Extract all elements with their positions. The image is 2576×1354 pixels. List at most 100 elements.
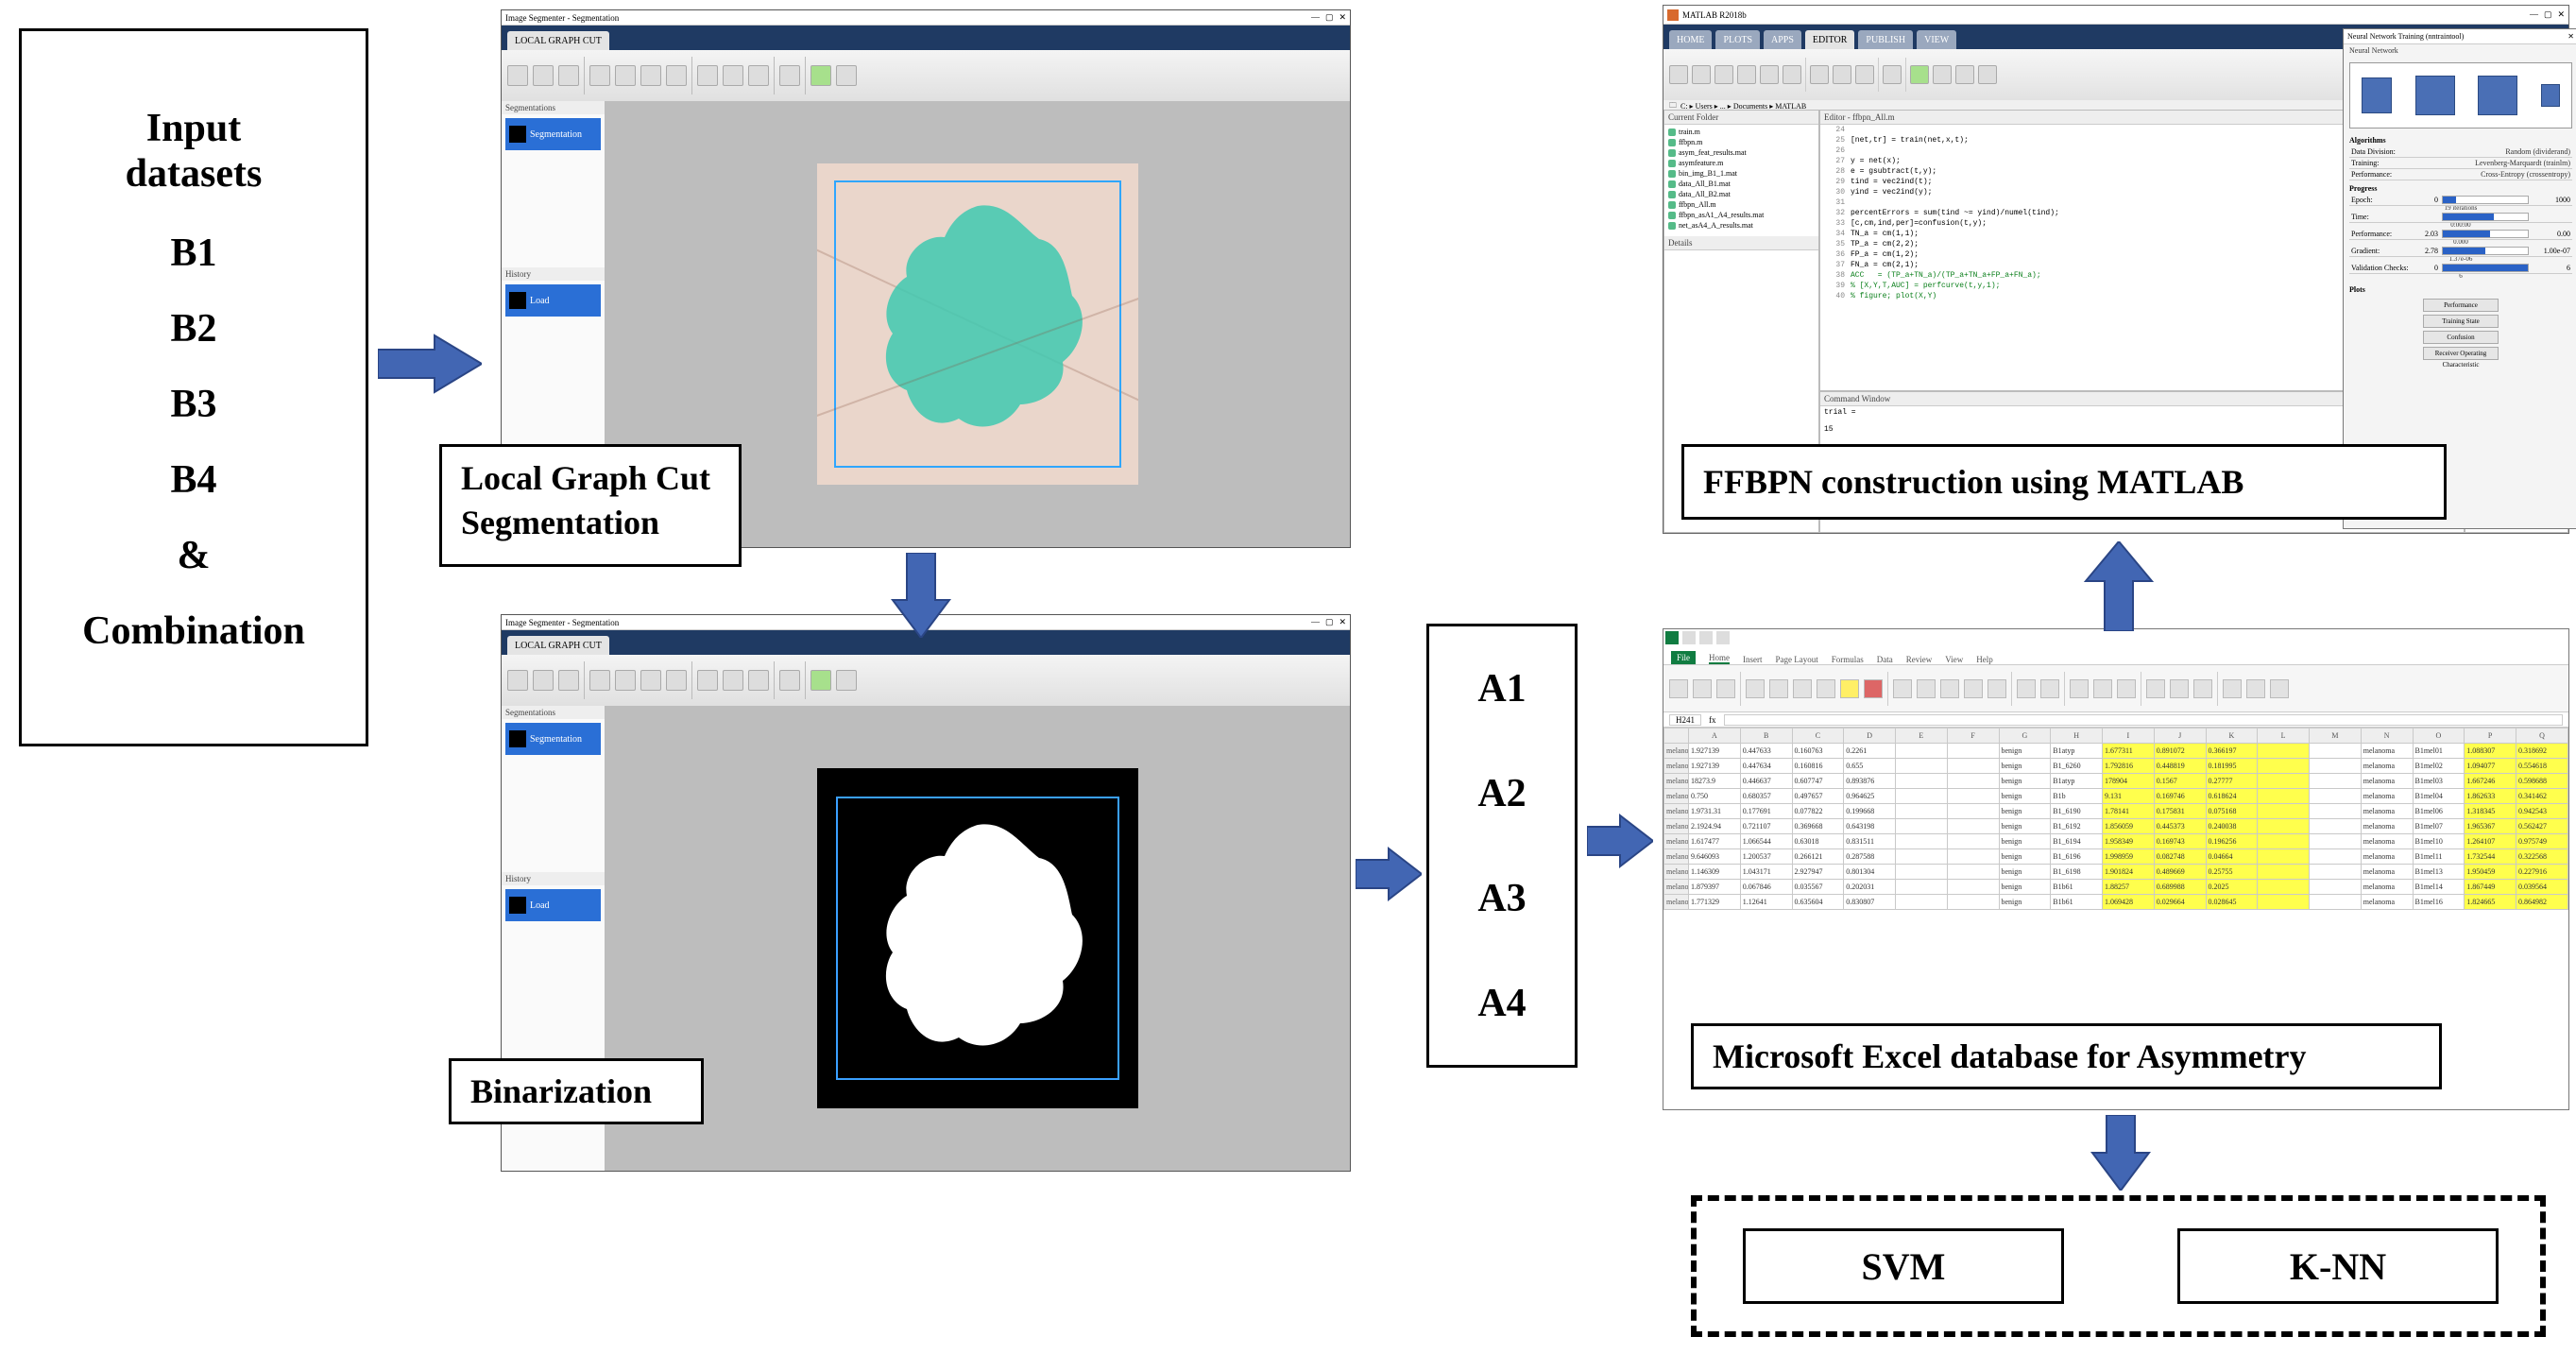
xl-wrap[interactable] bbox=[1964, 679, 1983, 698]
bin-rb9[interactable] bbox=[723, 670, 743, 691]
xl-underline[interactable] bbox=[1793, 679, 1812, 698]
excel-tab-home[interactable]: Home bbox=[1709, 653, 1730, 664]
bin-rb7[interactable] bbox=[666, 670, 687, 691]
xl-italic[interactable] bbox=[1769, 679, 1788, 698]
xl-merge[interactable] bbox=[1987, 679, 2006, 698]
excel-qat-save[interactable] bbox=[1682, 631, 1696, 644]
segmenter-tab[interactable]: LOCAL GRAPH CUT bbox=[507, 31, 609, 50]
excel-tab-view[interactable]: View bbox=[1945, 655, 1963, 664]
xl-find[interactable] bbox=[2270, 679, 2289, 698]
xl-table[interactable] bbox=[2093, 679, 2112, 698]
ribbon-clear[interactable] bbox=[640, 65, 661, 86]
ribbon-show-binary[interactable] bbox=[779, 65, 800, 86]
xl-copy[interactable] bbox=[1716, 679, 1735, 698]
bin-side-load[interactable]: Load bbox=[505, 889, 601, 921]
segmenter-window-controls[interactable]: —▢✕ bbox=[1311, 12, 1346, 23]
xl-condfmt[interactable] bbox=[2070, 679, 2089, 698]
excel-tab-help[interactable]: Help bbox=[1976, 655, 1993, 664]
excel-tab-insert[interactable]: Insert bbox=[1743, 655, 1763, 664]
ribbon-rectangle[interactable] bbox=[533, 65, 554, 86]
xl-sum[interactable] bbox=[2223, 679, 2242, 698]
bin-rb3[interactable] bbox=[558, 670, 579, 691]
xl-align-l[interactable] bbox=[1893, 679, 1912, 698]
nn-plot-btn[interactable]: Receiver Operating Characteristic bbox=[2423, 347, 2499, 360]
xl-align-r[interactable] bbox=[1940, 679, 1959, 698]
excel-formula-input[interactable] bbox=[1724, 714, 2564, 726]
ml-compare[interactable] bbox=[1760, 65, 1779, 84]
xl-delete[interactable] bbox=[2170, 679, 2189, 698]
xl-cut[interactable] bbox=[1693, 679, 1712, 698]
xl-bold[interactable] bbox=[1746, 679, 1765, 698]
ml-bp[interactable] bbox=[1883, 65, 1902, 84]
excel-tab-layout[interactable]: Page Layout bbox=[1776, 655, 1818, 664]
xl-paste[interactable] bbox=[1669, 679, 1688, 698]
ribbon-mark-bg[interactable] bbox=[615, 65, 636, 86]
excel-tab-formulas[interactable]: Formulas bbox=[1832, 655, 1864, 664]
ribbon-density[interactable] bbox=[666, 65, 687, 86]
bin-canvas[interactable] bbox=[606, 706, 1350, 1171]
ml-indent[interactable] bbox=[1855, 65, 1874, 84]
ml-save[interactable] bbox=[1714, 65, 1733, 84]
ribbon-erase-roi[interactable] bbox=[558, 65, 579, 86]
xl-sort[interactable] bbox=[2246, 679, 2265, 698]
excel-qat-undo[interactable] bbox=[1699, 631, 1713, 644]
xl-align-c[interactable] bbox=[1917, 679, 1936, 698]
bin-rb5[interactable] bbox=[615, 670, 636, 691]
current-folder-list[interactable]: train.m ffbpn.m asym_feat_results.mat as… bbox=[1664, 125, 1818, 232]
bin-window-controls[interactable]: —▢✕ bbox=[1311, 617, 1346, 627]
ml-find[interactable] bbox=[1737, 65, 1756, 84]
ml-new[interactable] bbox=[1669, 65, 1688, 84]
xl-number[interactable] bbox=[2017, 679, 2036, 698]
ml-print[interactable] bbox=[1783, 65, 1801, 84]
matlab-tab-editor[interactable]: EDITOR bbox=[1805, 30, 1854, 49]
xl-insert[interactable] bbox=[2146, 679, 2165, 698]
bin-side-seg[interactable]: Segmentation bbox=[505, 723, 601, 755]
bin-rb2[interactable] bbox=[533, 670, 554, 691]
ml-run[interactable] bbox=[1910, 65, 1929, 84]
ml-run-section[interactable] bbox=[1955, 65, 1974, 84]
ribbon-pan[interactable] bbox=[748, 65, 769, 86]
ml-comment[interactable] bbox=[1833, 65, 1851, 84]
excel-name-box[interactable]: H241 bbox=[1669, 714, 1701, 726]
ml-open[interactable] bbox=[1692, 65, 1711, 84]
excel-tab-review[interactable]: Review bbox=[1906, 655, 1933, 664]
matlab-tab-apps[interactable]: APPS bbox=[1764, 30, 1801, 49]
matlab-tab-view[interactable]: VIEW bbox=[1917, 30, 1956, 49]
ml-run-timing[interactable] bbox=[1978, 65, 1997, 84]
bin-rb-apply[interactable] bbox=[810, 670, 831, 691]
bin-tab[interactable]: LOCAL GRAPH CUT bbox=[507, 636, 609, 655]
xl-font-color[interactable] bbox=[1864, 679, 1883, 698]
bin-rb8[interactable] bbox=[697, 670, 718, 691]
matlab-tab-home[interactable]: HOME bbox=[1669, 30, 1712, 49]
ml-goto[interactable] bbox=[1810, 65, 1829, 84]
xl-percent[interactable] bbox=[2040, 679, 2059, 698]
bin-rb10[interactable] bbox=[748, 670, 769, 691]
xl-format[interactable] bbox=[2193, 679, 2212, 698]
ribbon-mark-fg[interactable] bbox=[589, 65, 610, 86]
ml-run-advance[interactable] bbox=[1933, 65, 1952, 84]
nn-plot-btn[interactable]: Confusion bbox=[2423, 331, 2499, 344]
ribbon-apply[interactable] bbox=[810, 65, 831, 86]
matlab-tab-publish[interactable]: PUBLISH bbox=[1858, 30, 1913, 49]
xl-styles[interactable] bbox=[2117, 679, 2136, 698]
bin-rb4[interactable] bbox=[589, 670, 610, 691]
matlab-tab-plots[interactable]: PLOTS bbox=[1715, 30, 1760, 49]
excel-tab-data[interactable]: Data bbox=[1877, 655, 1893, 664]
ribbon-close[interactable] bbox=[836, 65, 857, 86]
bin-rb-close[interactable] bbox=[836, 670, 857, 691]
excel-tab-file[interactable]: File bbox=[1671, 651, 1696, 664]
ribbon-zoom-out[interactable] bbox=[723, 65, 743, 86]
xl-border[interactable] bbox=[1817, 679, 1835, 698]
excel-qat-redo[interactable] bbox=[1716, 631, 1730, 644]
ribbon-zoom-in[interactable] bbox=[697, 65, 718, 86]
segmenter-side-load[interactable]: Load bbox=[505, 284, 601, 317]
excel-grid[interactable]: ABCDEFGHIJKLMNOPQmelanoma1.9271390.44763… bbox=[1663, 728, 2568, 910]
nn-plot-btn[interactable]: Training State bbox=[2423, 315, 2499, 328]
bin-rb1[interactable] bbox=[507, 670, 528, 691]
nn-close-icon[interactable]: ✕ bbox=[2567, 32, 2574, 41]
segmenter-side-seg[interactable]: Segmentation bbox=[505, 118, 601, 150]
matlab-window-controls[interactable]: —▢✕ bbox=[2530, 9, 2565, 20]
bin-rb6[interactable] bbox=[640, 670, 661, 691]
bin-rb11[interactable] bbox=[779, 670, 800, 691]
xl-fill[interactable] bbox=[1840, 679, 1859, 698]
